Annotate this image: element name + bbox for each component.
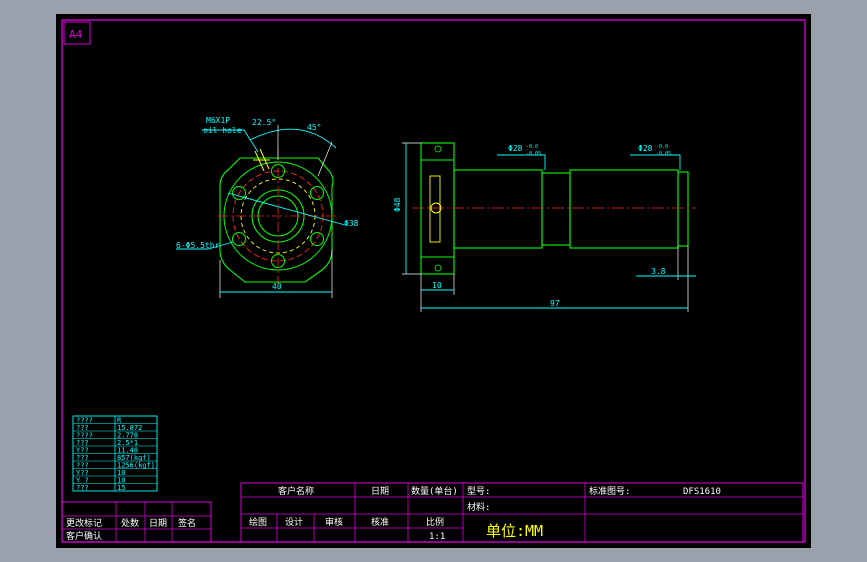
std-drawing-label: 标准图号: (589, 485, 630, 497)
tolerance-lower-right: -0.05 (656, 151, 671, 157)
approved-by-label: 核准 (371, 516, 389, 528)
tolerance-lower-left: -0.05 (526, 151, 541, 157)
thread-note: M6X1P (206, 116, 230, 125)
flange-width-label: 10 (432, 281, 442, 290)
quantity-label: 处数 (121, 517, 139, 529)
model-label: 型号: (467, 486, 490, 497)
std-drawing-value: DFS1610 (683, 487, 721, 497)
designed-by-label: 设计 (285, 516, 303, 528)
title-date-label: 日期 (371, 486, 389, 497)
material-label: 材料: (467, 501, 490, 513)
scale-value: 1:1 (429, 532, 445, 542)
bolt-holes-label: 6-Φ5.5thr (176, 241, 220, 250)
change-mark-label: 更改标记 (66, 517, 102, 529)
tolerance-upper-right: -0.0 (656, 144, 668, 150)
total-length-label: 97 (550, 299, 560, 308)
reviewed-by-label: 审核 (325, 516, 343, 528)
width-label: 40 (272, 282, 282, 291)
spec-param-value: 15 (117, 484, 125, 492)
cad-drawing-canvas: A4 M6X1P oil hole 22.5° 45° Φ38 6-Φ5.5th… (56, 14, 811, 548)
drawn-by-label: 绘图 (249, 516, 267, 528)
date-label: 日期 (149, 518, 167, 529)
flange-diameter-label: Φ48 (393, 197, 402, 212)
spec-param-name: ??? (76, 484, 89, 492)
tolerance-upper-left: -0.0 (526, 144, 538, 150)
sign-label: 签名 (178, 517, 196, 529)
angle-large-label: 45° (307, 123, 321, 132)
sheet-size-label: A4 (69, 28, 83, 41)
customer-name-label: 客户名称 (278, 485, 314, 497)
unit-label: 单位:MM (486, 522, 543, 540)
angle-small-label: 22.5° (252, 118, 276, 127)
customer-confirm-label: 客户确认 (66, 530, 102, 542)
end-length-label: 3.8 (651, 267, 666, 276)
scale-label: 比例 (426, 516, 444, 528)
shaft-dia-right-label: Φ28 (638, 144, 653, 153)
quantity-per-unit-label: 数量(单台) (411, 485, 458, 497)
shaft-dia-left-label: Φ28 (508, 144, 523, 153)
pcd-label: Φ38 (344, 219, 359, 228)
oil-hole-note: oil hole (203, 126, 242, 135)
